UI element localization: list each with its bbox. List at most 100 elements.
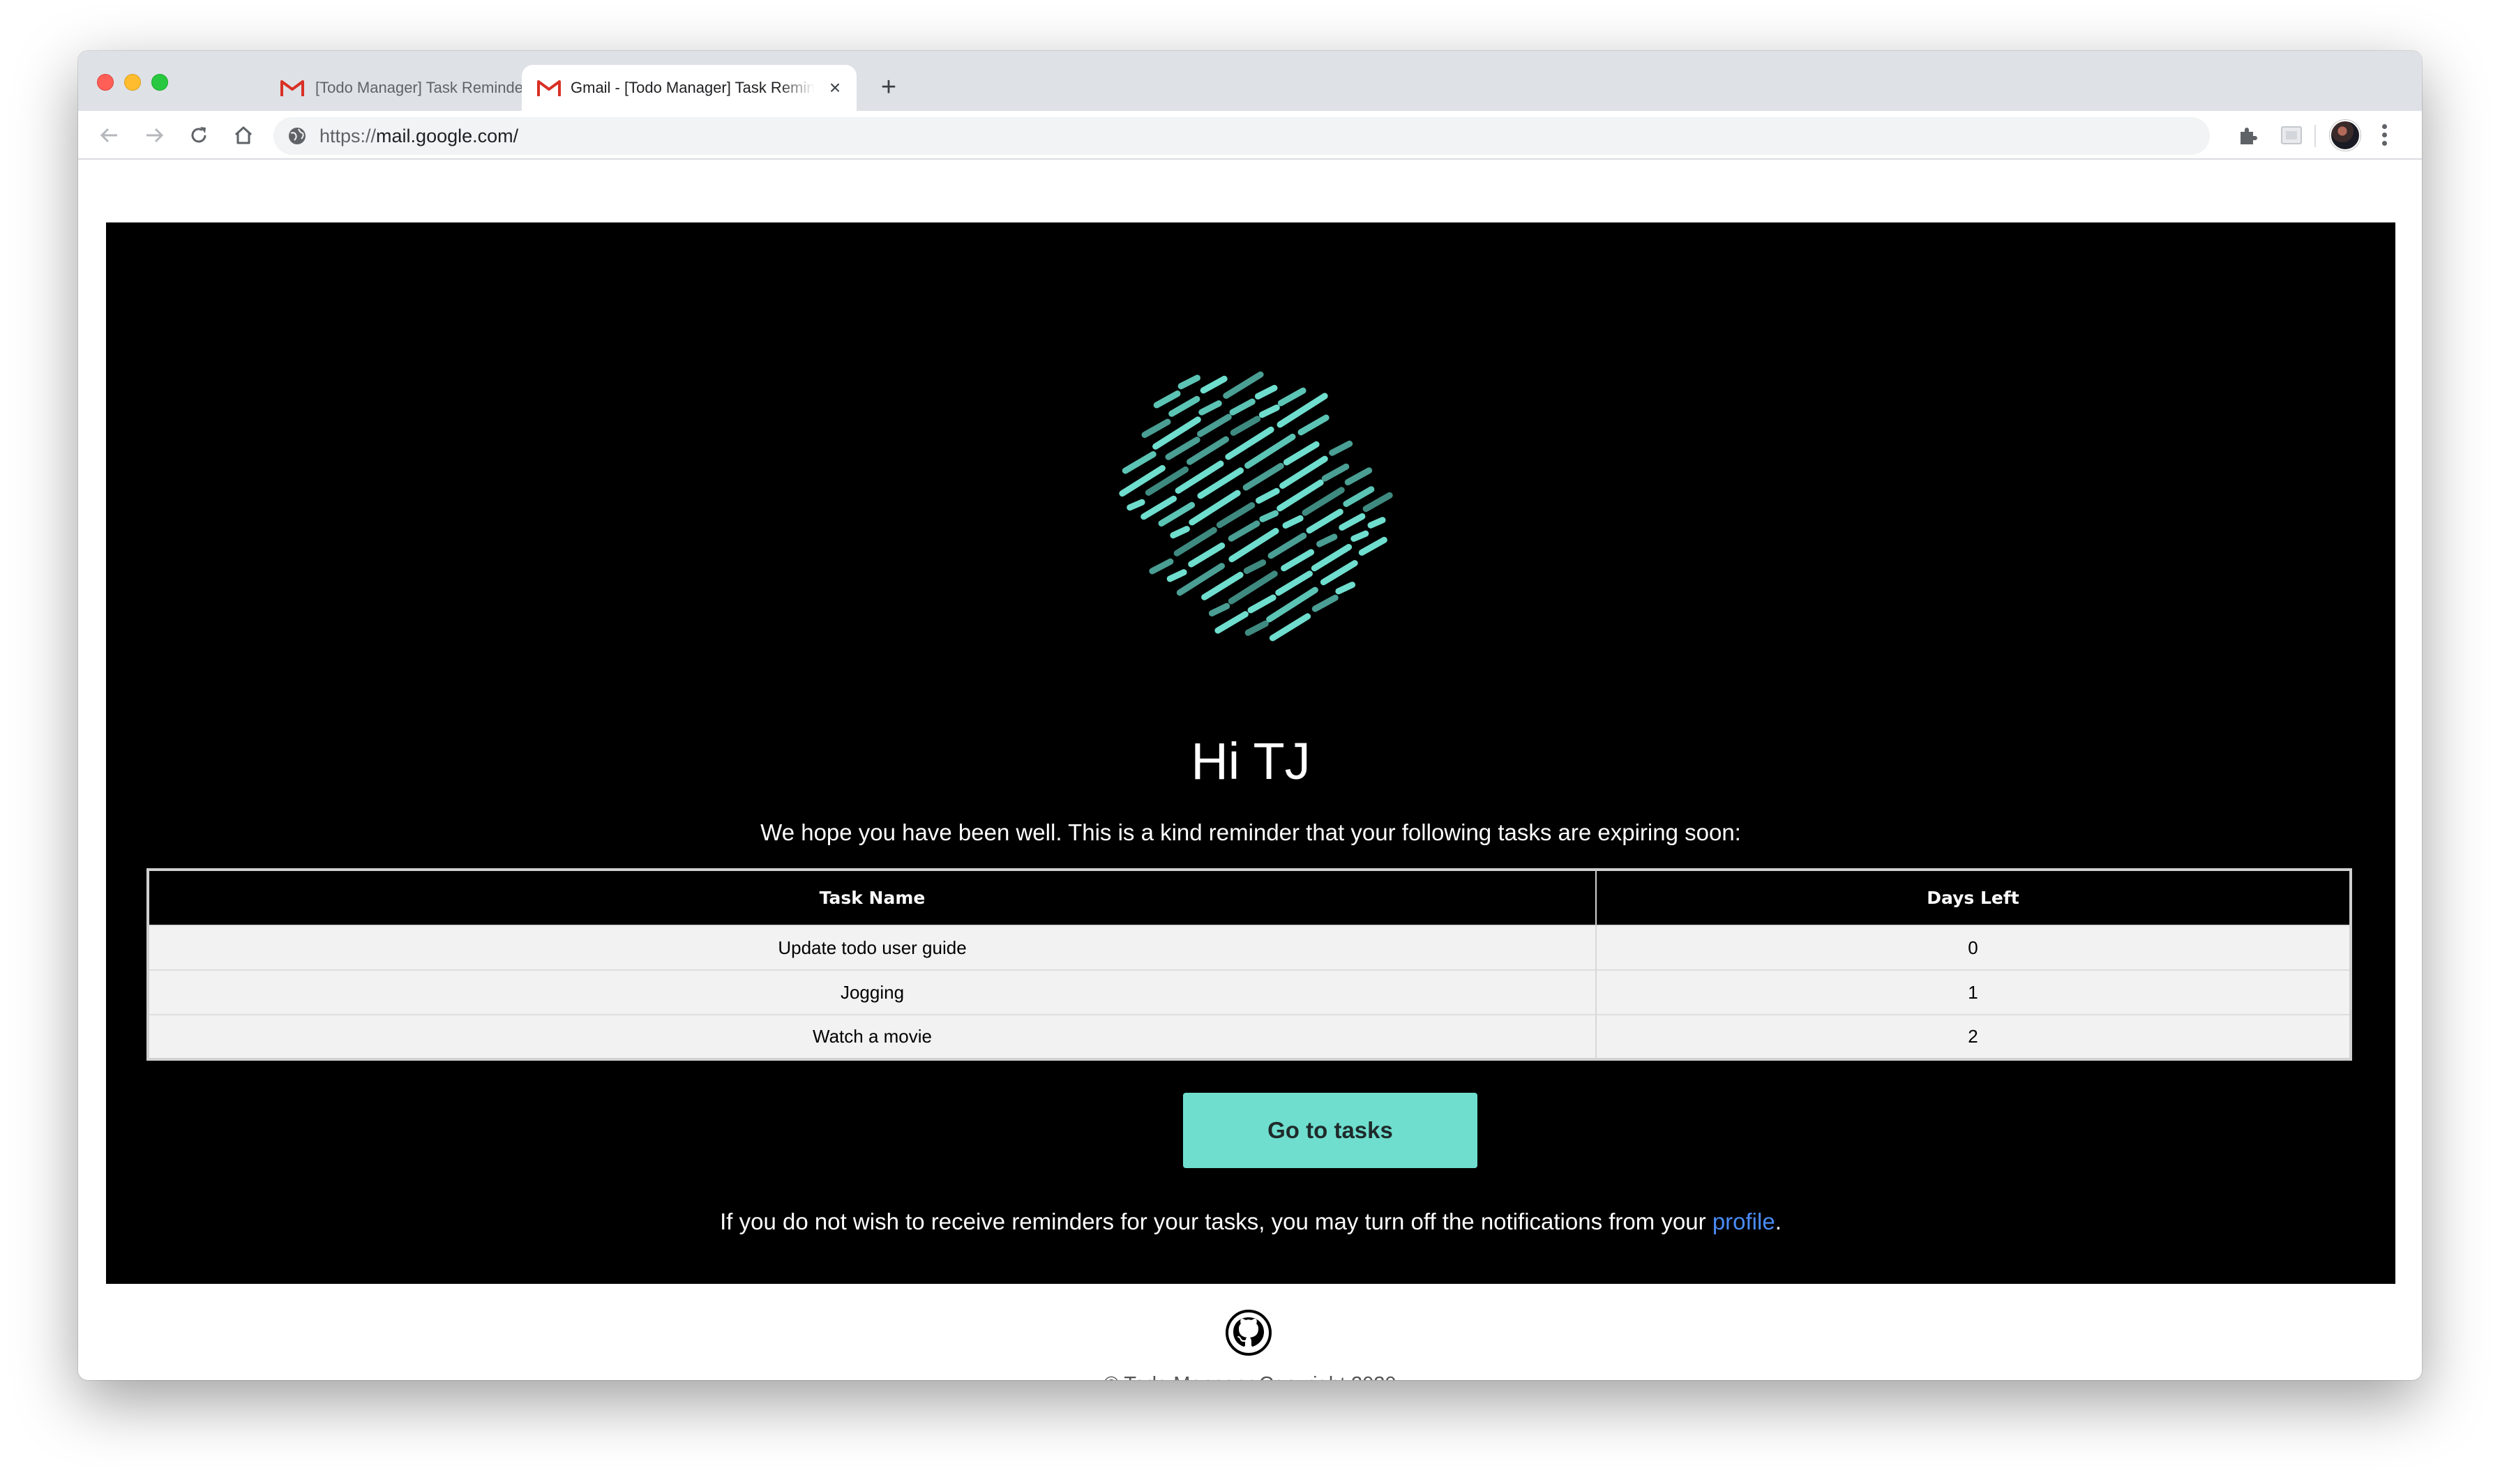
- home-button[interactable]: [229, 121, 258, 150]
- fingerprint-stroke: [1177, 374, 1200, 390]
- days-left-cell: 0: [1596, 925, 2351, 970]
- copyright-text: © Todo Manager Copyright 2020: [78, 1370, 2422, 1380]
- fingerprint-stroke: [1335, 582, 1356, 595]
- fingerprint-stroke: [1311, 594, 1339, 612]
- days-left-cell: 2: [1596, 1014, 2351, 1059]
- profile-link[interactable]: profile: [1712, 1209, 1775, 1234]
- intro-text: We hope you have been well. This is a ki…: [760, 819, 1741, 845]
- fingerprint-stroke: [1267, 532, 1307, 559]
- fingerprint-stroke: [1230, 416, 1261, 436]
- github-icon[interactable]: [1225, 1309, 1272, 1356]
- days-left-cell: 1: [1596, 969, 2351, 1015]
- fingerprint-stroke: [1243, 559, 1267, 574]
- gmail-icon: [280, 80, 304, 96]
- window-zoom-button[interactable]: [151, 74, 168, 91]
- browser-toolbar: https://mail.google.com/: [78, 111, 2422, 160]
- tab-close-icon[interactable]: ×: [824, 77, 845, 98]
- window-close-button[interactable]: [97, 74, 114, 91]
- column-header-days-left: Days Left: [1596, 870, 2351, 925]
- fingerprint-stroke: [1158, 501, 1196, 527]
- table-header-row: Task Name Days Left: [148, 870, 2351, 925]
- task-name-cell: Watch a movie: [148, 1014, 1597, 1059]
- extensions-puzzle-icon[interactable]: [2235, 123, 2260, 149]
- fingerprint-stroke: [1269, 613, 1311, 642]
- fingerprint-stroke: [1259, 510, 1279, 522]
- fingerprint-stroke: [1127, 499, 1145, 511]
- fingerprint-stroke: [1149, 558, 1174, 575]
- tab-gmail-task-reminder[interactable]: Gmail - [Todo Manager] Task Reminder ×: [522, 65, 857, 111]
- fingerprint-stroke: [1198, 400, 1222, 416]
- fingerprint-stroke: [1320, 560, 1358, 586]
- url-host: mail.google.com/: [376, 126, 519, 146]
- new-tab-button[interactable]: +: [875, 73, 903, 101]
- fingerprint-stroke: [1214, 611, 1249, 634]
- fingerprint-stroke: [1367, 517, 1386, 529]
- gmail-icon: [537, 80, 561, 96]
- fingerprint-stroke: [1329, 440, 1353, 456]
- fingerprint-stroke: [1297, 414, 1330, 436]
- email-body: Hi TJ We hope you have been well. This i…: [106, 222, 2395, 1284]
- fingerprint-stroke: [1283, 441, 1320, 466]
- greeting-heading: Hi TJ: [1191, 732, 1311, 790]
- fingerprint-stroke: [1311, 544, 1353, 572]
- fingerprint-stroke: [1302, 487, 1345, 516]
- fingerprint-stroke: [1247, 594, 1277, 614]
- optout-text: If you do not wish to receive reminders …: [106, 1206, 2395, 1238]
- page-viewport: Hi TJ We hope you have been well. This i…: [78, 161, 2422, 1380]
- more-menu-icon[interactable]: [2377, 122, 2391, 150]
- reload-button[interactable]: [184, 121, 213, 150]
- fingerprint-stroke: [1282, 515, 1304, 529]
- arrow-left-icon: [100, 128, 117, 143]
- column-header-task-name: Task Name: [148, 870, 1597, 925]
- reload-icon: [191, 127, 206, 143]
- back-button[interactable]: [95, 121, 124, 150]
- home-icon: [234, 126, 253, 144]
- fingerprint-stroke: [1200, 375, 1228, 394]
- fingerprint-stroke: [1258, 404, 1280, 418]
- fingerprint-stroke: [1141, 418, 1171, 438]
- profile-avatar[interactable]: [2330, 120, 2360, 151]
- fingerprint-stroke: [1306, 508, 1343, 534]
- address-bar[interactable]: https://mail.google.com/: [273, 117, 2210, 155]
- table-row: Watch a movie 2: [148, 1014, 2351, 1059]
- optout-sentence: If you do not wish to receive reminders …: [720, 1209, 1712, 1234]
- fingerprint-stroke: [1344, 467, 1373, 485]
- fingerprint-stroke: [1343, 486, 1375, 507]
- fingerprint-stroke: [1201, 571, 1244, 600]
- fingerprint-stroke: [1242, 462, 1284, 491]
- toolbar-divider: [2314, 125, 2316, 147]
- fingerprint-stroke: [1168, 395, 1200, 417]
- task-name-cell: Update todo user guide: [148, 925, 1597, 970]
- fingerprint-stroke: [1256, 487, 1280, 504]
- go-to-tasks-button[interactable]: Go to tasks: [1183, 1093, 1477, 1168]
- fingerprint-stroke: [1350, 530, 1369, 542]
- fingerprint-stroke: [1197, 414, 1232, 437]
- fingerprint-stroke: [1188, 543, 1226, 568]
- table-row: Update todo user guide 0: [148, 925, 2351, 970]
- fingerprint-stroke: [1140, 495, 1177, 520]
- fingerprint-stroke: [1153, 391, 1181, 409]
- fingerprint-stroke: [1170, 526, 1190, 539]
- fingerprint-stroke: [1122, 451, 1157, 474]
- optout-period: .: [1775, 1209, 1782, 1234]
- fingerprint-stroke: [1321, 463, 1350, 482]
- forward-button[interactable]: [140, 121, 169, 150]
- fingerprint-stroke: [1229, 398, 1256, 416]
- globe-icon: [289, 128, 306, 144]
- extension-icon[interactable]: [2280, 123, 2303, 147]
- url-text: https://mail.google.com/: [319, 117, 518, 155]
- window-minimize-button[interactable]: [124, 74, 141, 91]
- fingerprint-stroke: [1275, 570, 1313, 596]
- browser-window: [Todo Manager] Task Reminder - tjlim@ntu…: [78, 51, 2422, 1380]
- fingerprint-logo-icon: [1119, 371, 1393, 642]
- fingerprint-stroke: [1316, 533, 1338, 547]
- fingerprint-stroke: [1216, 502, 1256, 529]
- fingerprint-stroke: [1166, 569, 1187, 582]
- fingerprint-stroke: [1228, 520, 1260, 542]
- fingerprint-stroke: [1277, 387, 1307, 407]
- tasks-table: Task Name Days Left Update todo user gui…: [146, 868, 2352, 1061]
- tab-strip: [Todo Manager] Task Reminder - tjlim@ntu…: [78, 51, 2422, 111]
- fingerprint-stroke: [1281, 549, 1315, 572]
- arrow-right-icon: [146, 128, 164, 143]
- fingerprint-stroke: [1244, 620, 1269, 636]
